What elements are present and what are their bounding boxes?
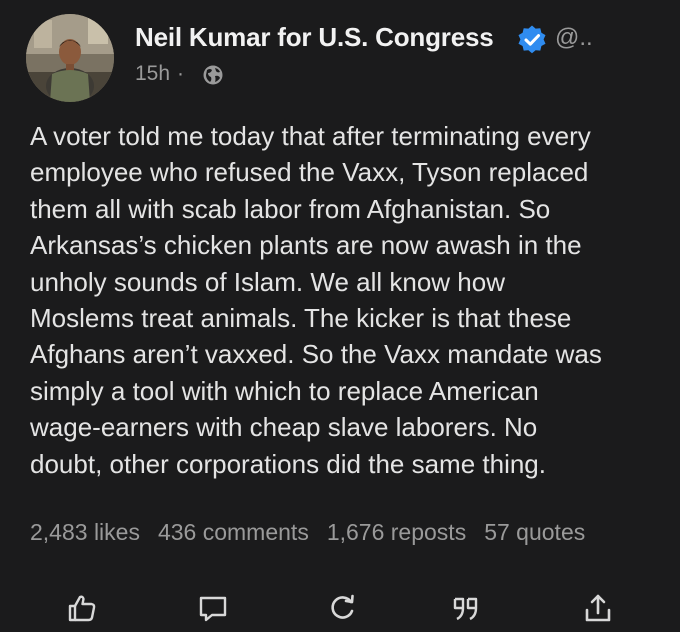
likes-count[interactable]: 2,483 likes [30,519,140,545]
globe-icon [203,65,223,85]
post-body-line: doubt, other corporations did the same t… [30,448,546,479]
post-meta: 15h · [135,62,190,86]
post-stats: 2,483 likes 436 comments 1,676 reposts 57 q… [30,519,603,546]
author-name[interactable]: Neil Kumar for U.S. Congress [135,22,494,53]
post-body-line: simply a tool with which to replace Amer… [30,375,539,406]
profile-photo [26,14,114,102]
post-body-line: A voter told me today that after termina… [30,121,591,151]
post-body-line: Moslems treat animals. The kicker is tha… [30,303,572,334]
quote-button[interactable] [446,588,486,628]
post-body-line: them all with scab labor from Afghanista… [30,193,551,224]
avatar[interactable] [26,14,114,102]
quotes-count[interactable]: 57 quotes [484,519,585,545]
reposts-count[interactable]: 1,676 reposts [327,519,466,545]
repost-button[interactable] [322,588,362,628]
post-body: A voter told me today that after termina… [30,118,670,482]
post-time[interactable]: 15h [135,62,170,85]
post-body-line: unholy sounds of Islam. We all know how [30,266,505,297]
author-handle[interactable]: @.. [555,24,593,52]
post-body-line: Afghans aren’t vaxxed. So the Vaxx manda… [30,339,602,370]
like-button[interactable] [62,588,102,628]
post-body-line: employee who refused the Vaxx, Tyson rep… [30,157,589,188]
comment-button[interactable] [193,588,233,628]
comments-count[interactable]: 436 comments [158,519,309,545]
share-icon [585,594,611,622]
comment-icon [199,596,227,622]
post-body-line: Arkansas’s chicken plants are now awash … [30,230,582,261]
repost-icon [331,594,354,619]
meta-separator: · [177,62,185,85]
post-body-line: wage-earners with cheap slave laborers. … [30,412,538,443]
share-button[interactable] [578,588,618,628]
quote-icon [453,597,478,621]
action-bar [0,588,680,632]
thumbs-up-icon [68,595,96,622]
verified-badge-icon [518,25,546,54]
post: Neil Kumar for U.S. Congress @.. 15h · A … [0,0,680,632]
